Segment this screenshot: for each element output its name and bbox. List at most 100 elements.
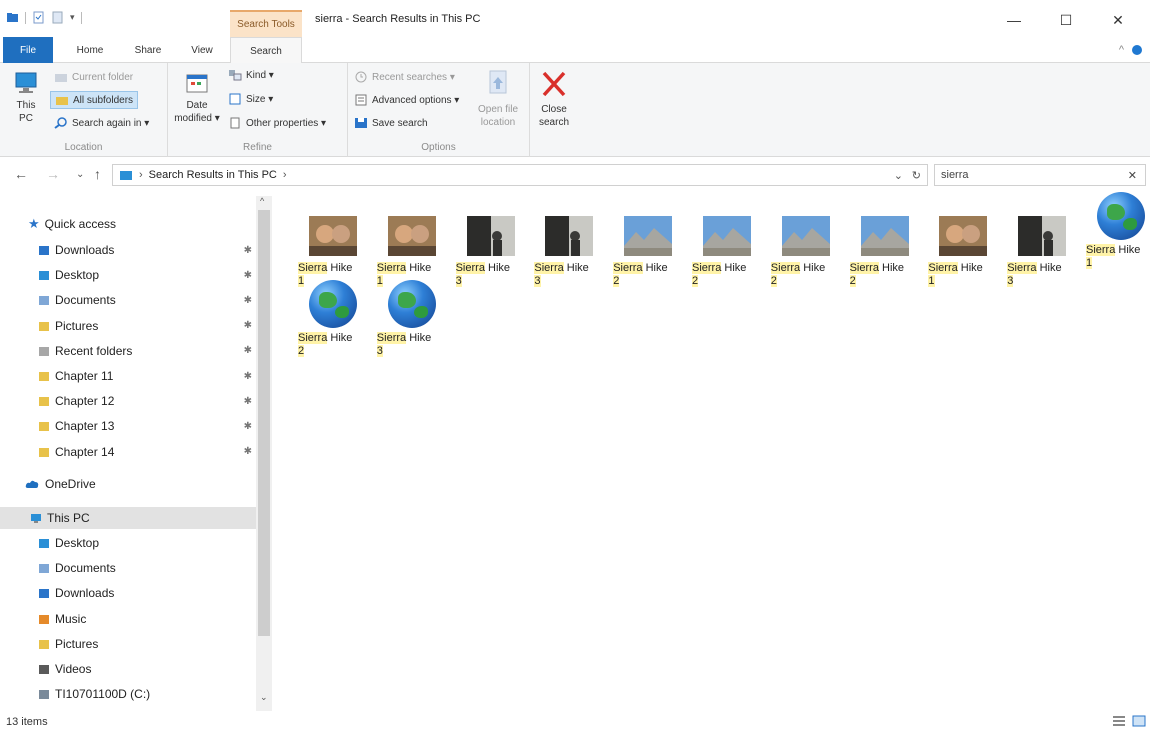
address-bar[interactable]: › Search Results in This PC › ⌄ ↻ — [112, 164, 928, 186]
nav-item-desktop[interactable]: Desktop ✱ — [38, 264, 256, 286]
file-name-rest: Hike — [1036, 262, 1062, 274]
large-icons-view-icon[interactable] — [1132, 715, 1146, 727]
pin-icon[interactable]: ✱ — [244, 421, 252, 432]
nav-scrollbar[interactable]: ^ ⌄ — [256, 196, 272, 711]
pin-icon[interactable]: ✱ — [244, 270, 252, 281]
save-search-button[interactable]: Save search — [354, 117, 428, 129]
file-item[interactable]: Sierra Hike 2 — [690, 200, 764, 288]
pin-icon[interactable]: ✱ — [244, 295, 252, 306]
thumbnail — [624, 216, 673, 256]
this-pc-button[interactable]: This PC — [6, 71, 46, 125]
file-item[interactable]: Sierra Hike 2 — [296, 280, 370, 358]
pin-icon[interactable]: ✱ — [244, 320, 252, 331]
file-item[interactable]: Sierra Hike 1 — [926, 200, 1000, 288]
other-properties-button[interactable]: Other properties ▾ — [228, 117, 326, 129]
advanced-options-button[interactable]: Advanced options ▾ — [354, 94, 459, 106]
context-tab-label: Search Tools — [237, 19, 295, 30]
properties-icon[interactable] — [32, 11, 45, 24]
file-item[interactable]: Sierra Hike 3 — [532, 200, 606, 288]
window-title: sierra - Search Results in This PC — [315, 13, 481, 25]
help-icon[interactable] — [1132, 45, 1142, 55]
pin-icon[interactable]: ✱ — [244, 446, 252, 457]
file-item[interactable]: Sierra Hike 3 — [375, 280, 449, 358]
breadcrumb-chevron-icon[interactable]: › — [139, 169, 143, 181]
tab-search[interactable]: Search — [230, 37, 302, 64]
nav-item-documents[interactable]: Documents ✱ — [38, 289, 256, 311]
minimize-button[interactable]: — — [988, 8, 1040, 32]
tab-share[interactable]: Share — [124, 37, 172, 63]
kind-button[interactable]: Kind ▾ — [228, 69, 274, 81]
all-subfolders-button[interactable]: All subfolders — [50, 91, 139, 109]
nav-item-documents[interactable]: Documents — [38, 557, 256, 579]
file-item[interactable]: Sierra Hike 2 — [769, 200, 843, 288]
tab-home[interactable]: Home — [66, 37, 114, 63]
nav-item-chapter-14[interactable]: Chapter 14 ✱ — [38, 441, 256, 463]
nav-item-ti10701100d-c[interactable]: TI10701100D (C:) — [38, 683, 256, 705]
pin-icon[interactable]: ✱ — [244, 345, 252, 356]
search-match-highlight: Sierra — [376, 332, 407, 344]
recent-locations-icon[interactable]: ⌄ — [76, 169, 84, 180]
close-window-button[interactable]: ✕ — [1092, 8, 1144, 32]
nav-item-downloads[interactable]: Downloads — [38, 582, 256, 604]
breadcrumb-chevron-icon[interactable]: › — [283, 169, 287, 181]
desktop-folder-icon — [39, 271, 49, 281]
maximize-button[interactable]: ☐ — [1040, 8, 1092, 32]
file-item[interactable]: Sierra Hike 1 — [375, 200, 449, 288]
clear-search-icon[interactable]: ✕ — [1128, 169, 1137, 182]
back-icon[interactable]: ← — [14, 166, 28, 182]
nav-item-chapter-11[interactable]: Chapter 11 ✱ — [38, 365, 256, 387]
open-file-location-button[interactable]: Open file location — [472, 69, 524, 129]
nav-item-desktop[interactable]: Desktop — [38, 532, 256, 554]
file-item[interactable]: Sierra Hike 3 — [1005, 200, 1079, 288]
nav-item-recent-folders[interactable]: Recent folders ✱ — [38, 340, 256, 362]
search-box[interactable]: sierra ✕ — [934, 164, 1146, 186]
pin-icon[interactable]: ✱ — [244, 371, 252, 382]
close-search-button[interactable]: Close search — [534, 69, 574, 129]
nav-item-videos[interactable]: Videos — [38, 658, 256, 680]
size-button[interactable]: Size ▾ — [228, 93, 273, 105]
nav-item-label: Recent folders — [55, 343, 133, 358]
collapse-ribbon-icon[interactable]: ^ — [1119, 44, 1124, 56]
nav-scroll-thumb[interactable] — [258, 210, 270, 636]
nav-item-pictures[interactable]: Pictures ✱ — [38, 315, 256, 337]
file-name-rest: Hike — [327, 332, 353, 344]
nav-quick-access[interactable]: ★ Quick access — [28, 213, 284, 235]
file-item[interactable]: Sierra Hike 2 — [848, 200, 922, 288]
recent-searches-button[interactable]: Recent searches ▾ — [354, 71, 455, 83]
nav-item-chapter-12[interactable]: Chapter 12 ✱ — [38, 390, 256, 412]
up-icon[interactable]: ↑ — [94, 166, 101, 182]
file-item[interactable]: Sierra Hike 1 — [1084, 192, 1150, 270]
scroll-up-icon[interactable]: ^ — [260, 196, 264, 206]
photo-thumbnail-icon — [466, 216, 515, 256]
date-modified-button[interactable]: Date modified ▾ — [172, 71, 222, 125]
nav-this-pc[interactable]: This PC — [0, 507, 256, 529]
nav-item-music[interactable]: Music — [38, 608, 256, 630]
nav-item-downloads[interactable]: Downloads ✱ — [38, 239, 256, 261]
ribbon-tabs: File Home Share View Search — [0, 37, 1150, 64]
scroll-down-icon[interactable]: ⌄ — [260, 692, 268, 703]
file-item[interactable]: Sierra Hike 3 — [454, 200, 528, 288]
current-folder-button[interactable]: Current folder — [54, 71, 133, 83]
file-item[interactable]: Sierra Hike 1 — [296, 200, 370, 288]
new-folder-icon[interactable] — [51, 11, 64, 24]
forward-icon[interactable]: → — [46, 166, 60, 182]
pin-icon[interactable]: ✱ — [244, 245, 252, 256]
address-row: ← → ⌄ ↑ › Search Results in This PC › ⌄ … — [0, 160, 1150, 188]
refresh-icon[interactable]: ↻ — [912, 169, 921, 182]
pin-icon[interactable]: ✱ — [244, 396, 252, 407]
options-group-label: Options — [421, 142, 456, 153]
title-bar: ▾ Search Tools sierra - Search Results i… — [0, 0, 1150, 37]
details-view-icon[interactable] — [1112, 715, 1126, 727]
search-again-button[interactable]: Search again in ▾ — [54, 117, 149, 129]
search-input[interactable]: sierra — [941, 169, 969, 181]
address-dropdown-icon[interactable]: ⌄ — [894, 169, 903, 182]
tab-file[interactable]: File — [3, 37, 53, 63]
nav-onedrive[interactable]: OneDrive — [24, 473, 280, 495]
nav-item-chapter-13[interactable]: Chapter 13 ✱ — [38, 415, 256, 437]
nav-item-pictures[interactable]: Pictures — [38, 633, 256, 655]
breadcrumb[interactable]: Search Results in This PC — [149, 169, 277, 181]
recent-searches-label: Recent searches ▾ — [372, 71, 455, 83]
file-item[interactable]: Sierra Hike 2 — [611, 200, 685, 288]
tab-view[interactable]: View — [178, 37, 226, 63]
customize-toolbar-icon[interactable]: ▾ — [70, 12, 75, 23]
